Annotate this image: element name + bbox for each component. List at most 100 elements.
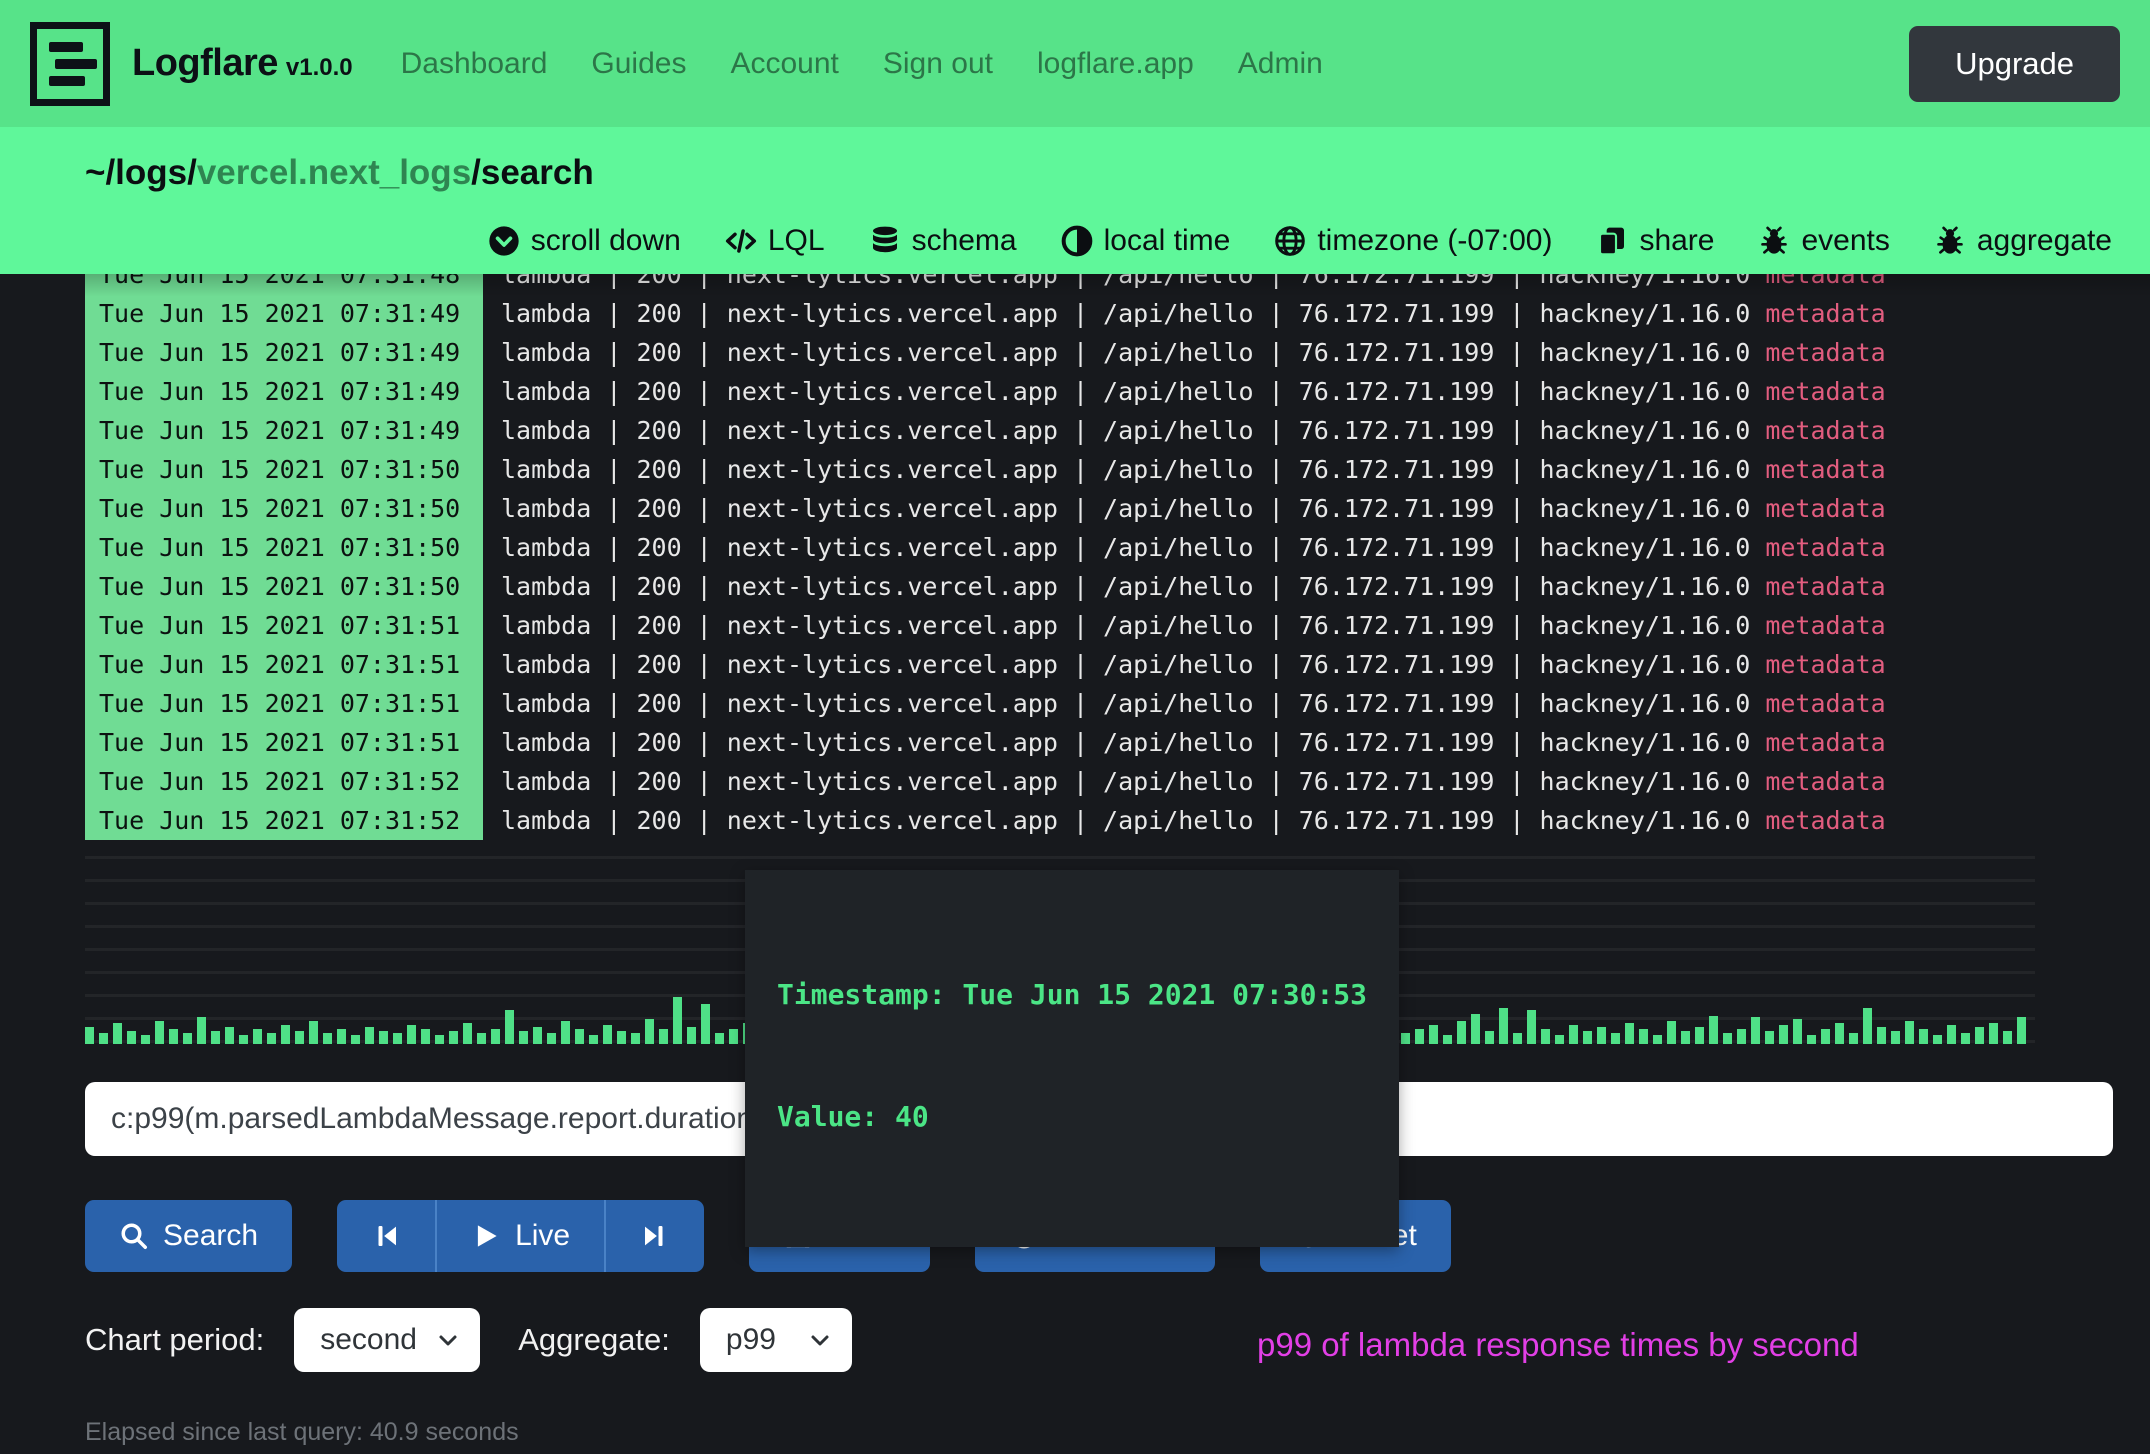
chart-bar[interactable]: [1527, 1010, 1536, 1044]
chart-bar[interactable]: [505, 1010, 514, 1044]
chart-bar[interactable]: [1989, 1023, 1998, 1044]
metadata-link[interactable]: metadata: [1765, 338, 1885, 367]
chart-bar[interactable]: [1443, 1035, 1452, 1044]
aggregate-button[interactable]: aggregate: [1934, 224, 2112, 258]
timezone-button[interactable]: timezone (-07:00): [1274, 224, 1552, 258]
chart-bar[interactable]: [1583, 1031, 1592, 1044]
chart-bar[interactable]: [631, 1033, 640, 1044]
chart-bar[interactable]: [1821, 1029, 1830, 1044]
share-button[interactable]: share: [1596, 224, 1714, 258]
chart-bar[interactable]: [239, 1035, 248, 1044]
chart-bar[interactable]: [1779, 1025, 1788, 1044]
chart-bar[interactable]: [659, 1029, 668, 1044]
chart-bar[interactable]: [561, 1021, 570, 1044]
metadata-link[interactable]: metadata: [1765, 299, 1885, 328]
chart-bar[interactable]: [547, 1033, 556, 1044]
chart-bar[interactable]: [1429, 1025, 1438, 1044]
chart-bar[interactable]: [1485, 1031, 1494, 1044]
aggregate-select[interactable]: p99: [700, 1308, 852, 1372]
chart-bar[interactable]: [1975, 1027, 1984, 1044]
metadata-link[interactable]: metadata: [1765, 728, 1885, 757]
chart-bar[interactable]: [141, 1035, 150, 1044]
chart-bar[interactable]: [253, 1029, 262, 1044]
chart-bar[interactable]: [183, 1033, 192, 1044]
chart-bar[interactable]: [1933, 1035, 1942, 1044]
chart-bar[interactable]: [1639, 1029, 1648, 1044]
upgrade-button[interactable]: Upgrade: [1909, 26, 2120, 102]
chart-bar[interactable]: [589, 1035, 598, 1044]
chart-bar[interactable]: [393, 1033, 402, 1044]
chart-bar[interactable]: [1877, 1027, 1886, 1044]
chart-bar[interactable]: [575, 1029, 584, 1044]
metadata-link[interactable]: metadata: [1765, 416, 1885, 445]
chart-bar[interactable]: [1499, 1008, 1508, 1044]
chart-bar[interactable]: [169, 1029, 178, 1044]
chart-bar[interactable]: [1723, 1033, 1732, 1044]
chart-bar[interactable]: [85, 1027, 94, 1044]
chart-bar[interactable]: [1737, 1029, 1746, 1044]
chart-bar[interactable]: [463, 1023, 472, 1044]
chart-bar[interactable]: [1625, 1023, 1634, 1044]
chart-bar[interactable]: [379, 1031, 388, 1044]
chart-bar[interactable]: [365, 1027, 374, 1044]
chart-bar[interactable]: [1709, 1016, 1718, 1044]
lql-button[interactable]: LQL: [725, 224, 825, 258]
chart-bar[interactable]: [1681, 1031, 1690, 1044]
chart-bar[interactable]: [1555, 1035, 1564, 1044]
chart-bar[interactable]: [1751, 1017, 1760, 1044]
chart-bar[interactable]: [1401, 1033, 1410, 1044]
chart-bar[interactable]: [1597, 1027, 1606, 1044]
chart-bar[interactable]: [491, 1029, 500, 1044]
chart-bar[interactable]: [351, 1035, 360, 1044]
chart-bar[interactable]: [1667, 1021, 1676, 1044]
metadata-link[interactable]: metadata: [1765, 611, 1885, 640]
brand-link[interactable]: Logflare v1.0.0: [132, 42, 353, 85]
chart-bar[interactable]: [295, 1031, 304, 1044]
chart-bar[interactable]: [1863, 1008, 1872, 1044]
chart-bar[interactable]: [225, 1027, 234, 1044]
chart-bar[interactable]: [1765, 1031, 1774, 1044]
nav-account[interactable]: Account: [730, 47, 838, 81]
chart-bar[interactable]: [701, 1004, 710, 1044]
search-button[interactable]: Search: [85, 1200, 292, 1272]
metadata-link[interactable]: metadata: [1765, 377, 1885, 406]
nav-admin[interactable]: Admin: [1238, 47, 1323, 81]
events-button[interactable]: events: [1758, 224, 1889, 258]
chart-bar[interactable]: [449, 1031, 458, 1044]
chart-bar[interactable]: [113, 1023, 122, 1044]
breadcrumb[interactable]: ~/logs/vercel.next_logs/search: [85, 153, 594, 193]
skip-to-start-button[interactable]: [337, 1200, 435, 1272]
chart-period-select[interactable]: second: [294, 1308, 480, 1372]
chart-bar[interactable]: [99, 1033, 108, 1044]
chart-bar[interactable]: [645, 1019, 654, 1044]
chart-bar[interactable]: [435, 1035, 444, 1044]
chart-bar[interactable]: [1653, 1035, 1662, 1044]
chart-bar[interactable]: [1457, 1021, 1466, 1044]
chart-bar[interactable]: [1849, 1033, 1858, 1044]
chart-bar[interactable]: [1569, 1025, 1578, 1044]
nav-guides[interactable]: Guides: [591, 47, 686, 81]
chart-bar[interactable]: [337, 1029, 346, 1044]
chart-bar[interactable]: [687, 1027, 696, 1044]
chart-bar[interactable]: [127, 1031, 136, 1044]
chart-bar[interactable]: [1947, 1025, 1956, 1044]
chart-bar[interactable]: [1961, 1033, 1970, 1044]
metadata-link[interactable]: metadata: [1765, 494, 1885, 523]
chart-bar[interactable]: [1919, 1029, 1928, 1044]
nav-logflare-app[interactable]: logflare.app: [1037, 47, 1194, 81]
chart-bar[interactable]: [477, 1033, 486, 1044]
chart-bar[interactable]: [715, 1033, 724, 1044]
chart-bar[interactable]: [1513, 1033, 1522, 1044]
chart-bar[interactable]: [1891, 1031, 1900, 1044]
chart-bar[interactable]: [407, 1025, 416, 1044]
metadata-link[interactable]: metadata: [1765, 689, 1885, 718]
chart-bar[interactable]: [673, 997, 682, 1044]
skip-to-end-button[interactable]: [604, 1200, 704, 1272]
breadcrumb-source[interactable]: vercel.next_logs: [197, 153, 471, 192]
chart-bar[interactable]: [1905, 1021, 1914, 1044]
chart-bar[interactable]: [1793, 1019, 1802, 1044]
chart-bar[interactable]: [1541, 1029, 1550, 1044]
chart-bar[interactable]: [267, 1033, 276, 1044]
metadata-link[interactable]: metadata: [1765, 806, 1885, 835]
scroll-down-button[interactable]: scroll down: [488, 224, 681, 258]
